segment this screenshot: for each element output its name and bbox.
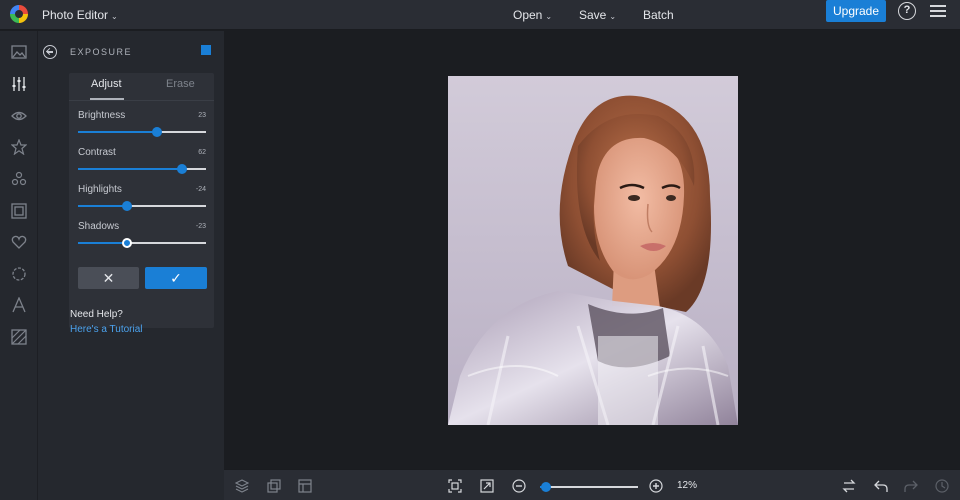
chevron-down-icon: ⌄ xyxy=(111,12,118,21)
circle-icon[interactable] xyxy=(11,266,27,282)
swap-icon[interactable] xyxy=(842,479,856,493)
brightness-slider[interactable] xyxy=(78,127,206,137)
sliders-icon[interactable] xyxy=(11,76,27,92)
zoom-level: 12% xyxy=(677,480,698,491)
compare-icon[interactable] xyxy=(267,479,281,493)
heart-icon[interactable] xyxy=(11,234,27,250)
eye-icon[interactable] xyxy=(11,108,27,124)
zoom-in-icon[interactable] xyxy=(649,479,663,493)
contrast-label: Contrast xyxy=(78,147,116,158)
history-panel-icon[interactable] xyxy=(298,479,312,493)
history-icon[interactable] xyxy=(935,479,949,493)
star-icon[interactable] xyxy=(11,139,27,155)
upgrade-button[interactable]: Upgrade xyxy=(826,0,886,22)
save-menu-button[interactable]: Save ⌄ xyxy=(579,8,616,22)
duplicate-icon[interactable] xyxy=(201,45,211,55)
texture-icon[interactable] xyxy=(11,329,27,345)
fit-screen-icon[interactable] xyxy=(448,479,462,493)
exposure-card: Adjust Erase Brightness 23 Contrast 62 H… xyxy=(69,73,214,328)
slider-fill xyxy=(78,168,182,170)
shadows-value: -23 xyxy=(195,223,206,230)
highlights-value: -24 xyxy=(195,186,206,193)
slider-handle[interactable] xyxy=(176,164,187,174)
highlights-label: Highlights xyxy=(78,184,122,195)
app-logo-icon[interactable] xyxy=(10,5,28,23)
app-menu[interactable]: Photo Editor ⌄ xyxy=(42,8,118,22)
text-icon[interactable] xyxy=(11,297,27,313)
highlights-slider[interactable] xyxy=(78,201,206,211)
slider-handle[interactable] xyxy=(121,201,132,211)
panel-title: EXPOSURE xyxy=(70,47,133,57)
batch-button[interactable]: Batch xyxy=(643,8,674,22)
contrast-slider[interactable] xyxy=(78,164,206,174)
open-label: Open xyxy=(513,8,543,22)
frame-icon[interactable] xyxy=(11,203,27,219)
help-title: Need Help? xyxy=(70,309,123,320)
save-label: Save xyxy=(579,8,607,22)
shadows-label: Shadows xyxy=(78,221,120,232)
undo-icon[interactable] xyxy=(874,479,888,493)
slider-handle[interactable] xyxy=(151,127,162,137)
exposure-panel: EXPOSURE Adjust Erase Brightness 23 Cont… xyxy=(38,31,224,500)
actual-size-icon[interactable] xyxy=(480,479,494,493)
redo-icon[interactable] xyxy=(904,479,918,493)
edited-photo[interactable] xyxy=(448,76,738,425)
cancel-button[interactable]: ✕ xyxy=(78,267,139,289)
brightness-label: Brightness xyxy=(78,110,126,121)
help-icon[interactable]: ? xyxy=(898,2,916,20)
open-menu-button[interactable]: Open ⌄ xyxy=(513,8,552,22)
slider-fill xyxy=(78,242,128,244)
app-title: Photo Editor xyxy=(42,8,109,22)
tutorial-link[interactable]: Here's a Tutorial xyxy=(70,324,143,335)
zoom-out-icon[interactable] xyxy=(512,479,526,493)
editor-canvas xyxy=(224,31,960,469)
slider-fill xyxy=(78,205,127,207)
image-icon[interactable] xyxy=(11,44,27,60)
tool-rail xyxy=(0,31,38,500)
back-arrow-icon[interactable] xyxy=(43,45,57,59)
hamburger-menu-icon[interactable] xyxy=(930,5,946,17)
layers-icon[interactable] xyxy=(235,479,249,493)
slider-handle[interactable] xyxy=(122,238,133,248)
bottom-toolbar: 12% xyxy=(224,469,960,500)
chevron-down-icon: ⌄ xyxy=(545,12,553,21)
chevron-down-icon: ⌄ xyxy=(609,12,617,21)
zoom-handle[interactable] xyxy=(540,482,551,492)
contrast-value: 62 xyxy=(198,149,206,156)
divider xyxy=(69,100,214,101)
top-bar: Photo Editor ⌄ Open ⌄ Save ⌄ Batch Upgrade … xyxy=(0,0,960,30)
zoom-slider[interactable] xyxy=(540,482,638,492)
shadows-slider[interactable] xyxy=(78,238,206,248)
shapes-icon[interactable] xyxy=(11,171,27,187)
slider-fill xyxy=(78,131,157,133)
tab-erase[interactable]: Erase xyxy=(166,78,195,90)
tab-adjust[interactable]: Adjust xyxy=(91,78,122,90)
brightness-value: 23 xyxy=(198,112,206,119)
apply-button[interactable]: ✓ xyxy=(145,267,207,289)
